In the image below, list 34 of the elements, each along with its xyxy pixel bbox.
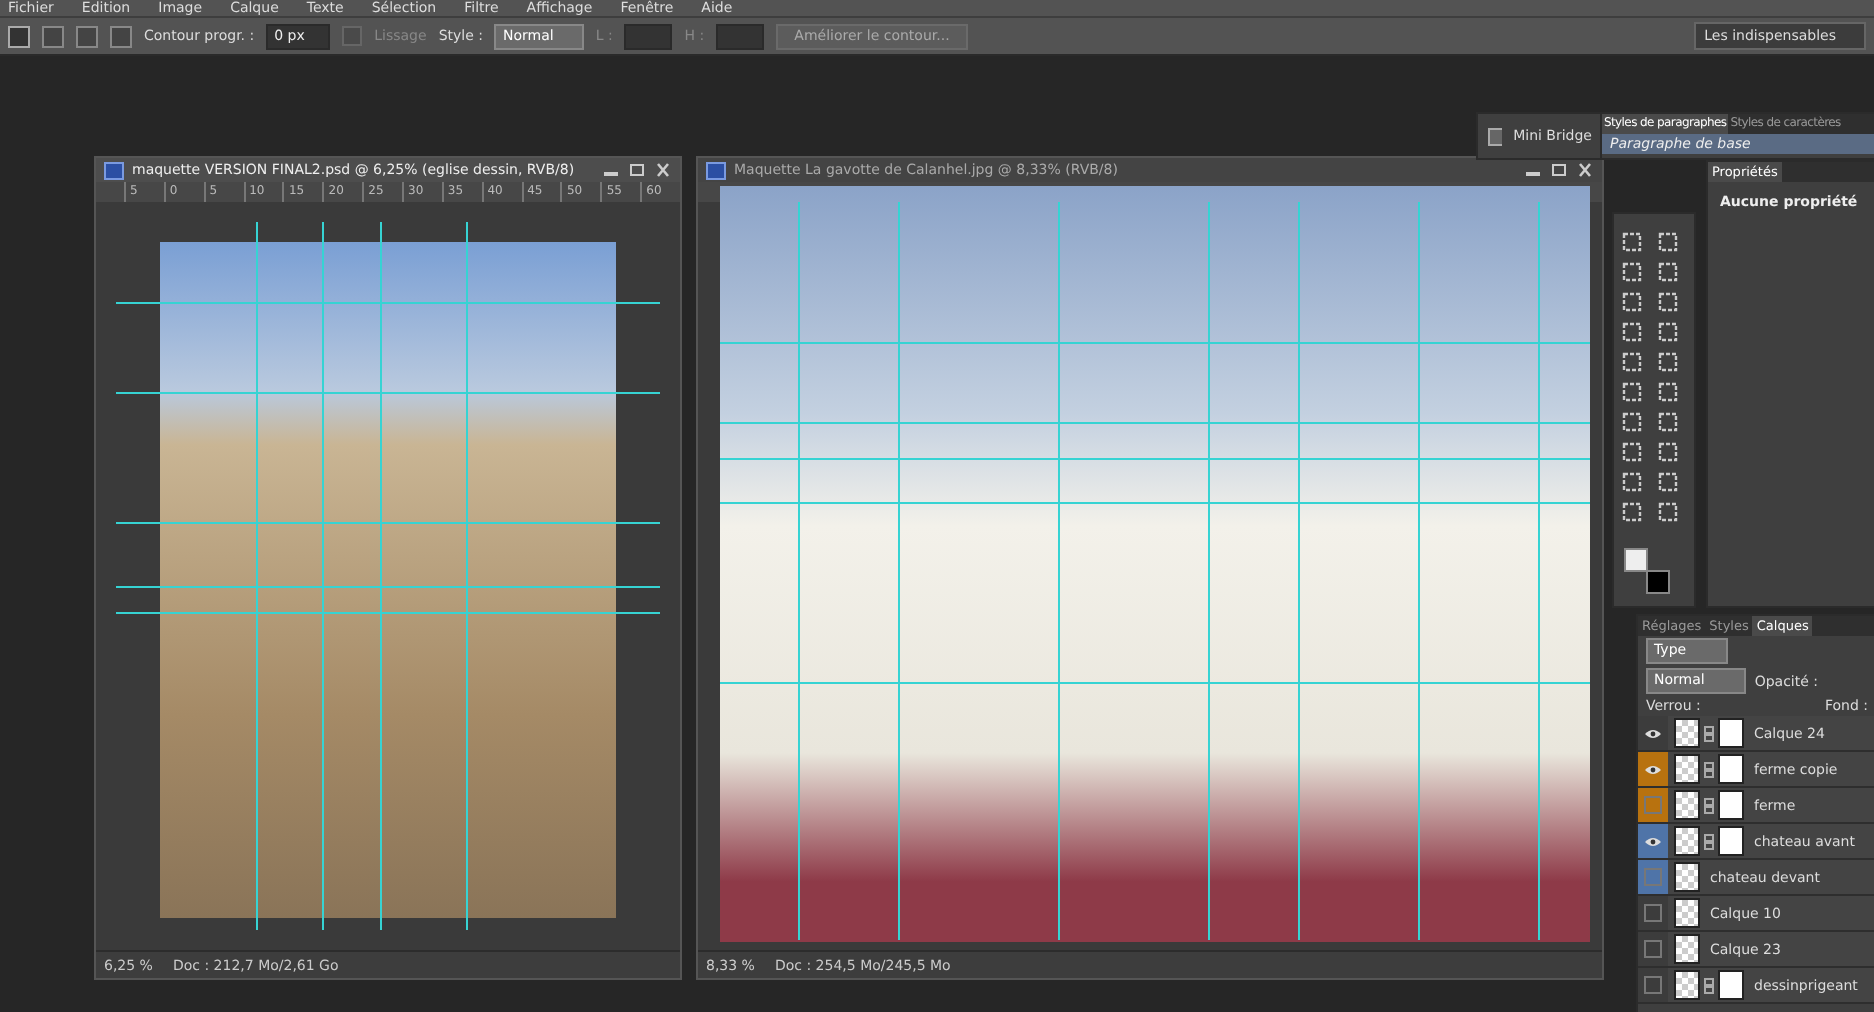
marquee-icon[interactable] (1620, 230, 1644, 254)
layer-mask-thumbnail (1718, 790, 1744, 820)
visibility-toggle[interactable] (1644, 868, 1662, 886)
close-icon[interactable] (1576, 162, 1594, 178)
eye-icon[interactable] (1644, 835, 1662, 847)
width-field[interactable] (624, 23, 673, 49)
foreground-color-swatch[interactable] (1624, 548, 1648, 572)
subtract-selection-icon[interactable] (76, 25, 98, 47)
layer-mask-thumbnail (1718, 754, 1744, 784)
layer-mask-thumbnail (1718, 826, 1744, 856)
eye-icon[interactable] (1644, 727, 1662, 739)
visibility-toggle[interactable] (1644, 940, 1662, 958)
layer-thumbnail (1674, 970, 1700, 1000)
layer-thumbnail (1674, 718, 1700, 748)
bridge-icon (1488, 127, 1502, 145)
layer-mask-thumbnail (1718, 970, 1744, 1000)
layer-thumbnail (1674, 754, 1700, 784)
height-field[interactable] (716, 23, 765, 49)
close-icon[interactable] (654, 162, 672, 178)
layer-mask-thumbnail (1718, 718, 1744, 748)
app-icon (104, 161, 124, 179)
background-color-swatch[interactable] (1646, 570, 1670, 594)
layer-thumbnail (1674, 826, 1700, 856)
maximize-icon[interactable] (1550, 162, 1568, 178)
new-selection-icon[interactable] (8, 25, 30, 47)
app-icon (706, 161, 726, 179)
eye-icon[interactable] (1644, 763, 1662, 775)
visibility-toggle[interactable] (1644, 976, 1662, 994)
intersect-selection-icon[interactable] (110, 25, 132, 47)
visibility-toggle[interactable] (1644, 904, 1662, 922)
layer-thumbnail (1674, 790, 1700, 820)
add-selection-icon[interactable] (42, 25, 64, 47)
maximize-icon[interactable] (628, 162, 646, 178)
visibility-toggle[interactable] (1644, 796, 1662, 814)
